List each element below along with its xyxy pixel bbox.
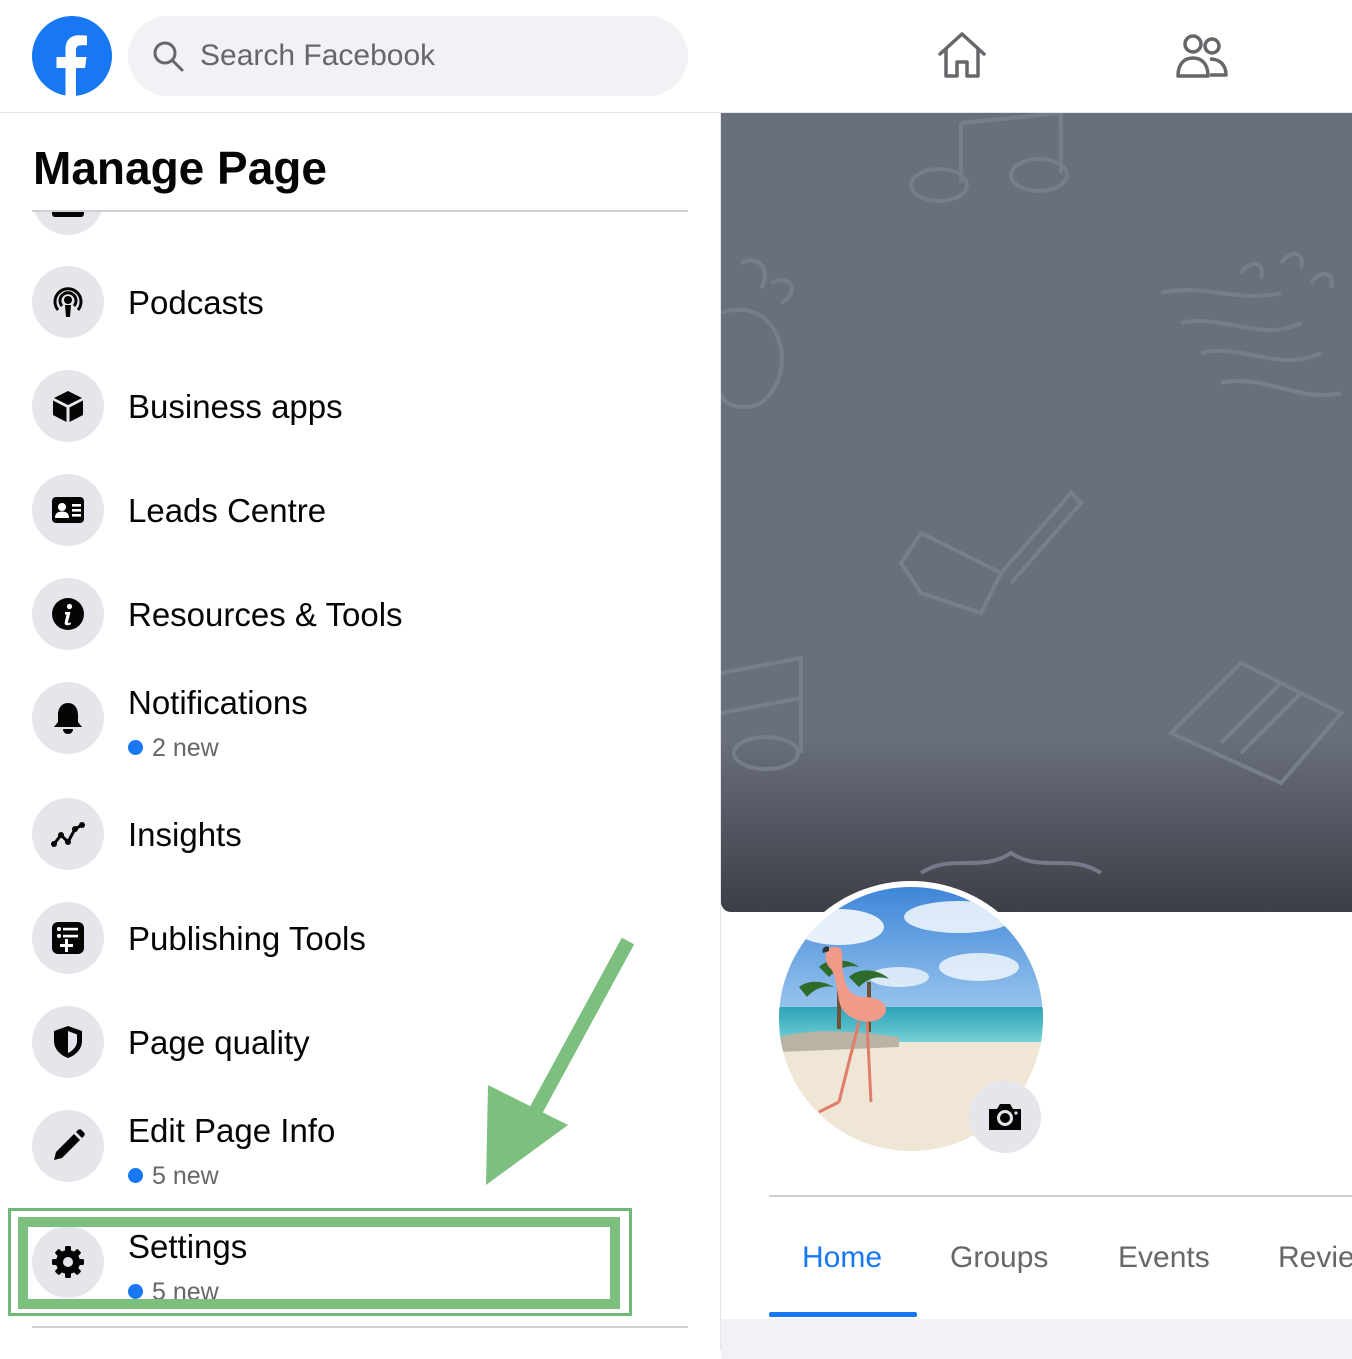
bell-icon [54,703,82,734]
facebook-logo-icon[interactable] [32,16,112,96]
sidebar-item-label: Leads Centre [128,492,327,529]
trend-icon [51,822,85,847]
top-bar [0,0,1352,113]
divider [32,210,688,212]
tab-groups[interactable]: Groups [950,1241,1048,1275]
sidebar-item-label: Resources & Tools [128,596,403,633]
contact-card-icon [52,497,84,523]
search-icon [153,41,184,72]
sidebar-item-label: Publishing Tools [128,920,366,957]
pencil-icon [54,1129,85,1160]
page-preview-panel: Home Groups Events Revie [720,113,1352,1359]
tab-home[interactable]: Home [802,1241,882,1275]
sidebar-item-label: Business apps [128,388,343,425]
sidebar-item-podcasts[interactable]: Podcasts [32,266,672,356]
camera-icon [989,1104,1021,1130]
manage-page-panel: Manage Page Podcasts Business apps Leads… [0,113,720,1350]
shield-icon [54,1026,82,1058]
tab-reviews[interactable]: Revie [1278,1241,1352,1275]
divider [769,1195,1352,1197]
cover-photo[interactable] [721,113,1352,912]
cube-icon [53,391,83,422]
info-icon [52,598,84,630]
home-icon[interactable] [934,28,990,84]
active-tab-indicator [769,1312,917,1317]
tab-events[interactable]: Events [1118,1241,1210,1275]
page-title: Manage Page [33,142,327,194]
sidebar-item-leads-centre[interactable]: Leads Centre [32,474,672,564]
unread-dot [128,740,143,755]
content-area [721,1319,1352,1359]
camera-button[interactable] [969,1081,1041,1153]
new-badge: 5 new [128,1162,219,1191]
search-bar[interactable] [128,16,688,96]
unread-dot [128,1168,143,1183]
sidebar-item-business-apps[interactable]: Business apps [32,370,672,460]
sidebar-item-label: Edit Page Info [128,1112,336,1149]
sidebar-item-label: Page quality [128,1024,310,1061]
sidebar-item-notifications[interactable]: Notifications 2 new [32,682,672,792]
sidebar-item-label: Podcasts [128,284,264,321]
search-input[interactable] [200,16,670,96]
sidebar-item-label: Insights [128,816,242,853]
publishing-icon [52,922,84,954]
cover-pattern-icon [721,113,1345,875]
podcast-icon [53,287,83,317]
annotation-arrow-icon [486,937,635,1185]
settings-highlight-box [18,1217,620,1309]
sidebar-item-label: Notifications [128,684,308,721]
new-badge: 2 new [128,734,219,763]
sidebar-item-insights[interactable]: Insights [32,798,672,888]
divider [32,1326,688,1328]
sidebar-item-resources-tools[interactable]: Resources & Tools [32,578,672,668]
friends-icon[interactable] [1174,28,1230,84]
